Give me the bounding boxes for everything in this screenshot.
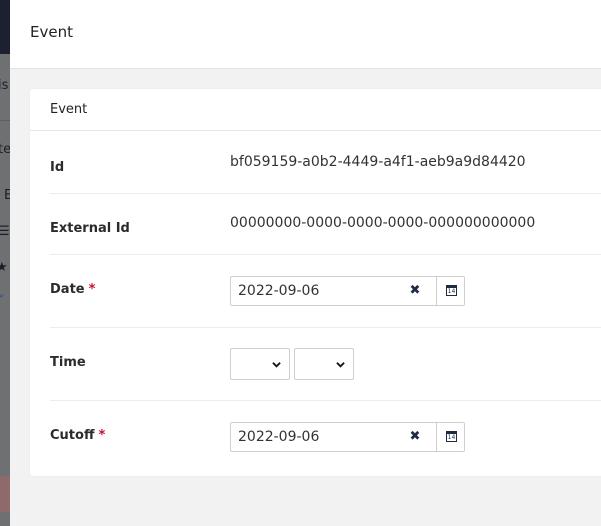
panel-header: Event (10, 0, 601, 69)
cutoff-label: Cutoff * (50, 428, 105, 443)
external-id-label: External Id (50, 221, 130, 236)
time-row: Time (50, 328, 601, 401)
minute-select[interactable] (294, 348, 354, 380)
background-chevron-icon: ˅ (0, 294, 5, 309)
date-clear-button[interactable]: ✖ (407, 283, 423, 299)
card-title: Event (50, 102, 88, 117)
hour-select[interactable] (230, 348, 290, 380)
chevron-down-icon (336, 362, 345, 368)
time-label: Time (50, 355, 86, 370)
id-row: Id bf059159-a0b2-4449-a4f1-aeb9a9d84420 (50, 131, 601, 194)
required-marker: * (88, 282, 96, 297)
calendar-icon: 14 (446, 285, 457, 296)
calendar-icon: 14 (446, 431, 457, 442)
id-label: Id (50, 160, 65, 175)
date-label: Date * (50, 282, 95, 297)
date-calendar-button[interactable]: 14 (436, 277, 466, 305)
cutoff-label-text: Cutoff (50, 428, 95, 443)
cutoff-row: Cutoff * 2022-09-06 ✖ 14 (50, 401, 601, 476)
external-id-value: 00000000-0000-0000-0000-000000000000 (230, 215, 536, 231)
date-picker[interactable]: 2022-09-06 ✖ 14 (230, 276, 465, 306)
cutoff-picker[interactable]: 2022-09-06 ✖ 14 (230, 422, 465, 452)
cutoff-calendar-button[interactable]: 14 (436, 423, 466, 451)
date-input[interactable]: 2022-09-06 (238, 283, 319, 299)
card-header: Event (30, 89, 601, 131)
id-value: bf059159-a0b2-4449-a4f1-aeb9a9d84420 (230, 154, 526, 170)
date-label-text: Date (50, 282, 85, 297)
cutoff-clear-button[interactable]: ✖ (407, 429, 423, 445)
date-row: Date * 2022-09-06 ✖ 14 (50, 255, 601, 328)
background-text-fragment: is (0, 78, 9, 93)
background-menu-icon: ☰ (0, 224, 10, 239)
required-marker: * (98, 428, 106, 443)
event-side-panel: Event Event Id bf059159-a0b2-4449-a4f1-a… (10, 0, 601, 526)
background-star-icon: ★ (0, 260, 8, 275)
event-card: Event Id bf059159-a0b2-4449-a4f1-aeb9a9d… (30, 89, 601, 476)
external-id-row: External Id 00000000-0000-0000-0000-0000… (50, 194, 601, 255)
cutoff-input[interactable]: 2022-09-06 (238, 429, 319, 445)
panel-title: Event (30, 23, 73, 41)
chevron-down-icon (272, 362, 281, 368)
